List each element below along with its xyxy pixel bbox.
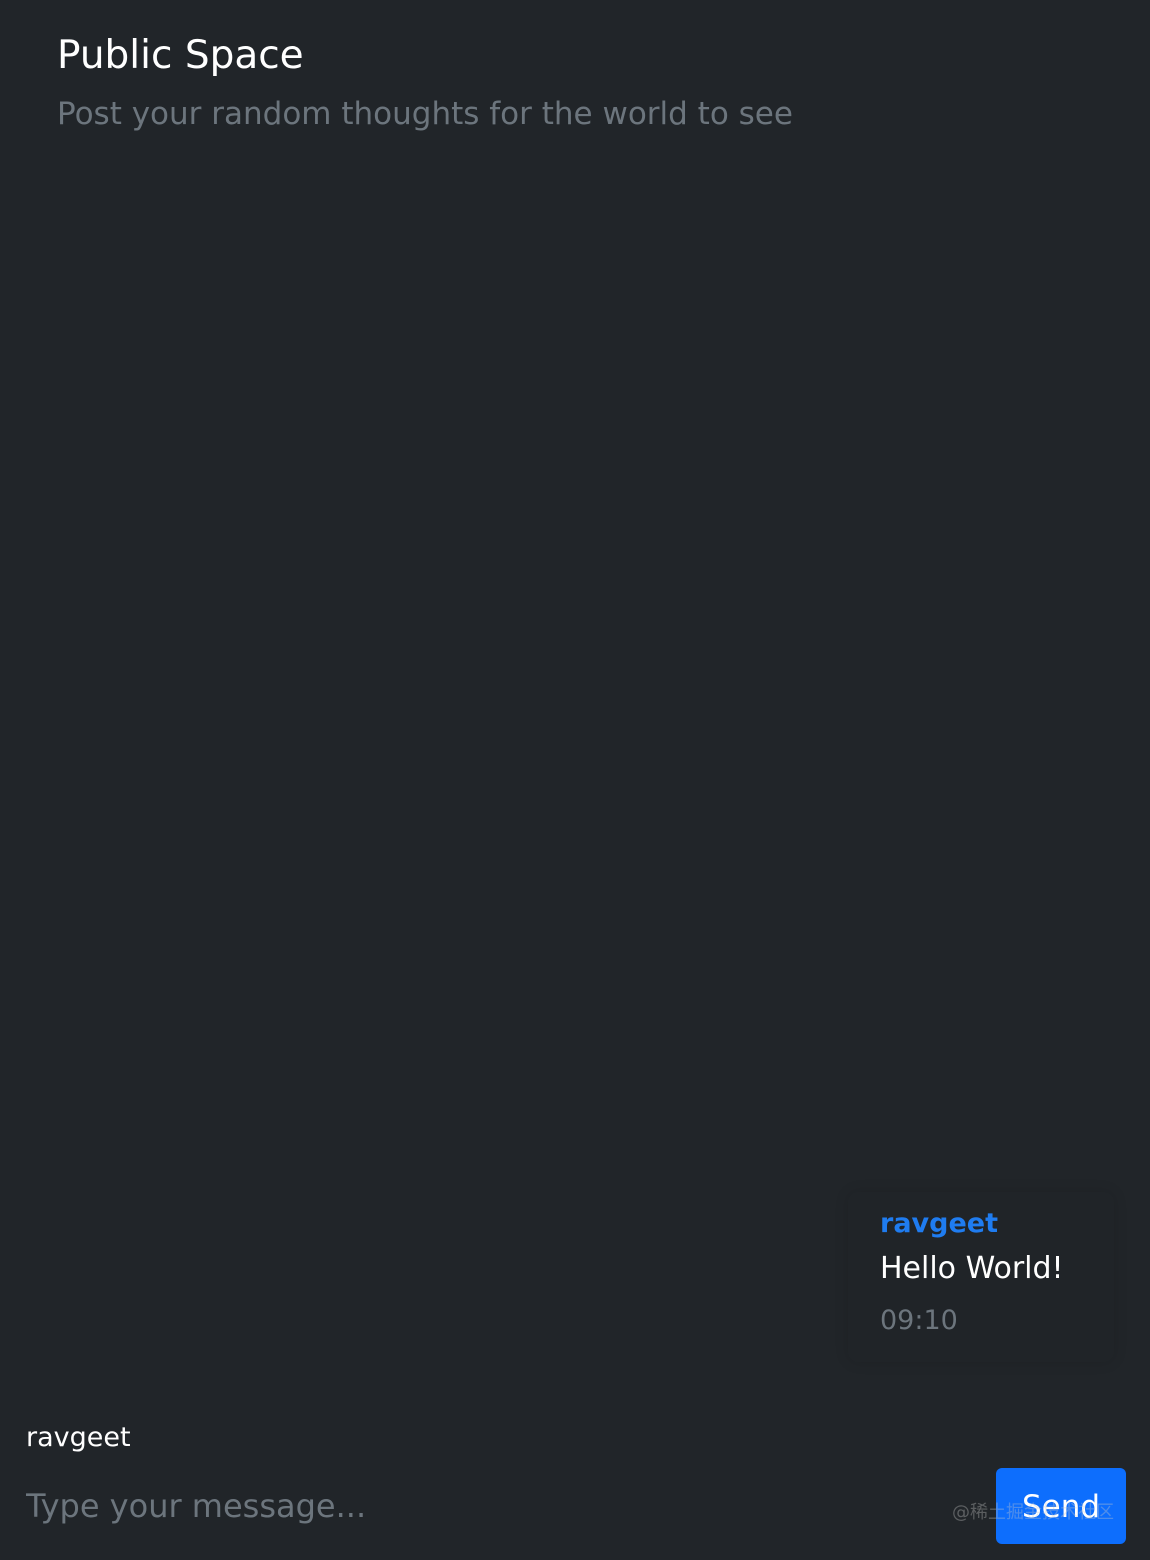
send-button[interactable]: Send: [996, 1468, 1126, 1544]
message-input[interactable]: [26, 1478, 926, 1534]
page-title: Public Space: [57, 33, 304, 78]
public-space-page: Public Space Post your random thoughts f…: [0, 0, 1150, 1560]
message-card: ravgeet Hello World! 09:10: [848, 1192, 1114, 1362]
page-subtitle: Post your random thoughts for the world …: [57, 96, 793, 132]
header: Public Space Post your random thoughts f…: [57, 30, 793, 134]
message-time: 09:10: [880, 1305, 958, 1336]
current-username: ravgeet: [26, 1422, 131, 1453]
message-text: Hello World!: [880, 1251, 1064, 1286]
message-author: ravgeet: [880, 1208, 998, 1239]
